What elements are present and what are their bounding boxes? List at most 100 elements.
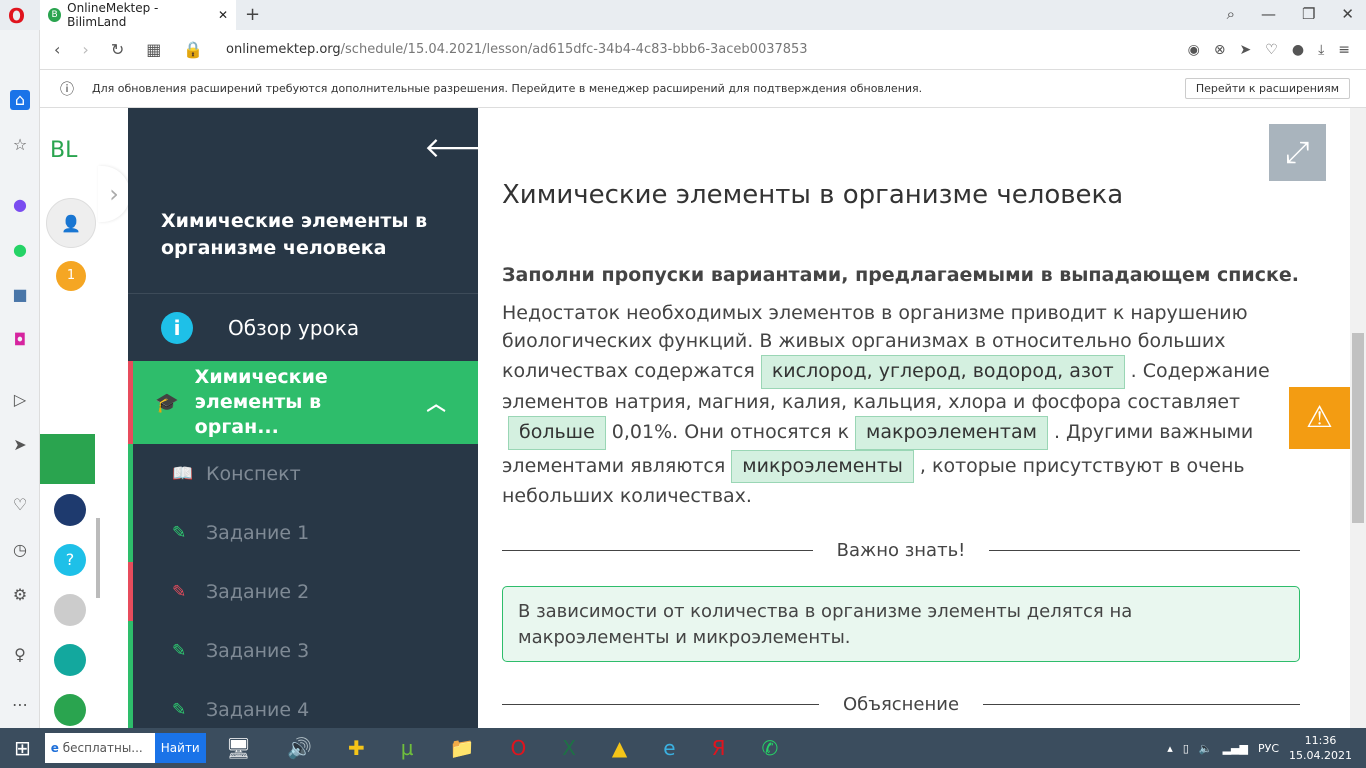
notification-badge[interactable]: 1: [56, 261, 86, 291]
go-to-extensions-button[interactable]: Перейти к расширениям: [1184, 78, 1350, 99]
extension-icon[interactable]: ●: [1292, 42, 1304, 58]
send-icon[interactable]: ➤: [10, 435, 30, 455]
history-icon[interactable]: ◷: [10, 540, 30, 560]
tips-icon[interactable]: ♀: [10, 645, 30, 665]
edit-icon: ✎: [172, 699, 187, 720]
battery-icon[interactable]: ▯: [1183, 742, 1189, 755]
search-input[interactable]: e бесплатны...: [44, 733, 155, 763]
tray-arrow-icon[interactable]: ▴: [1167, 742, 1173, 755]
aimp-icon[interactable]: ▲: [612, 736, 627, 760]
overview-item[interactable]: i Обзор урока: [128, 293, 478, 361]
online-mektep-app[interactable]: [40, 434, 95, 484]
adblock-icon[interactable]: ⊗: [1214, 42, 1226, 58]
edge-icon[interactable]: e: [663, 736, 675, 760]
vk-icon[interactable]: ■: [10, 285, 30, 305]
windows-taskbar: ⊞ e бесплатны... Найти 🖥 🔊 ✚ µ 📁 O X ▲ e Я ✆ ▴ ▯ 🔈 ▂▄…: [0, 728, 1366, 768]
book-icon: 📖: [172, 463, 194, 484]
speaker-icon[interactable]: 🔈: [1199, 742, 1213, 755]
search-icon[interactable]: ⌕: [1227, 5, 1235, 23]
download-icon[interactable]: ⤓: [1318, 42, 1324, 58]
more-icon[interactable]: ⋯: [10, 695, 30, 715]
graduation-cap-icon: 🎓: [155, 392, 179, 414]
maximize-icon[interactable]: ❐: [1302, 5, 1315, 23]
dropdown-3[interactable]: макроэлементам: [855, 416, 1048, 450]
content-title: Химические элементы в организме человека: [502, 180, 1124, 210]
camera-icon[interactable]: ◉: [1188, 42, 1200, 58]
bookmarks-icon[interactable]: ☆: [10, 135, 30, 155]
avatar[interactable]: 👤: [46, 198, 96, 248]
explanation-divider: Объяснение: [502, 694, 1300, 715]
whatsapp-taskbar-icon[interactable]: ✆: [762, 736, 779, 760]
edit-icon: ✎: [172, 522, 187, 543]
network-icon[interactable]: ▂▄▆: [1223, 742, 1248, 755]
opera-sidebar: ⌂ ☆ ● ● ■ ◘ ▷ ➤ ♡ ◷ ⚙ ♀ ⋯: [0, 30, 40, 728]
lesson-title: Химические элементы в организме человека: [161, 210, 428, 259]
minimize-icon[interactable]: —: [1261, 5, 1276, 23]
edit-icon: ✎: [172, 640, 187, 661]
close-tab-icon[interactable]: ✕: [218, 8, 228, 22]
whatsapp-icon[interactable]: ●: [10, 240, 30, 260]
bilim-center-app[interactable]: [54, 644, 86, 676]
fullscreen-icon[interactable]: ⤢: [1269, 124, 1326, 181]
important-divider: Важно знать!: [502, 540, 1300, 561]
info-icon: ⓘ: [60, 81, 74, 98]
plus-app-icon[interactable]: ✚: [348, 736, 365, 760]
tab-bar: O B OnlineMektep - BilimLand ✕ + ⌕ — ❐ ✕: [0, 0, 1366, 30]
opera-logo-icon[interactable]: O: [8, 4, 25, 28]
explorer-icon[interactable]: 📁: [450, 736, 475, 760]
new-tab-icon[interactable]: +: [245, 4, 260, 25]
dropdown-2[interactable]: больше: [508, 416, 606, 450]
instagram-icon[interactable]: ◘: [10, 330, 30, 350]
search-button[interactable]: Найти: [154, 733, 206, 763]
menu-item-konspekt[interactable]: 📖 Конспект: [128, 444, 478, 503]
volume-app-icon[interactable]: 🔊: [287, 736, 312, 760]
clock[interactable]: 11:36 15.04.2021: [1289, 733, 1352, 764]
address-bar: ‹ › ↻ ▦ 🔒 onlinemektep.org/schedule/15.04.20…: [40, 30, 1366, 70]
close-window-icon[interactable]: ✕: [1341, 5, 1354, 23]
player-icon[interactable]: ▷: [10, 390, 30, 410]
chevron-up-icon[interactable]: ︿: [427, 389, 446, 416]
speed-dial-icon[interactable]: ▦: [146, 40, 161, 59]
browser-tab[interactable]: B OnlineMektep - BilimLand ✕: [40, 0, 236, 30]
start-icon[interactable]: ⊞: [14, 736, 31, 760]
help-icon[interactable]: ?: [54, 544, 86, 576]
forward-icon[interactable]: ›: [82, 40, 88, 59]
smart-nation-app[interactable]: [54, 494, 86, 526]
section-label: Химические элементы в орган...: [194, 366, 328, 438]
library-icon[interactable]: [54, 594, 86, 626]
home-icon[interactable]: ⌂: [10, 90, 30, 110]
messenger-icon[interactable]: ●: [10, 195, 30, 215]
info-icon: i: [161, 311, 193, 344]
bl-logo[interactable]: BL: [50, 138, 77, 163]
url-field[interactable]: onlinemektep.org/schedule/15.04.2021/les…: [226, 42, 808, 57]
bilimland-app[interactable]: [54, 694, 86, 726]
dropdown-4[interactable]: микроэлементы: [731, 449, 914, 484]
important-box: В зависимости от количества в организме …: [502, 586, 1300, 662]
report-warning-icon[interactable]: ⚠: [1289, 387, 1350, 449]
utorrent-icon[interactable]: µ: [401, 736, 414, 760]
section-active[interactable]: 🎓 Химические элементы в орган... ︿: [128, 361, 478, 444]
favorites-icon[interactable]: ♡: [10, 495, 30, 515]
menu-item-task-2[interactable]: ✎ Задание 2: [128, 562, 478, 621]
exercise-text: Недостаток необходимых элементов в орган…: [502, 302, 1270, 508]
language-indicator[interactable]: РУС: [1258, 742, 1279, 755]
send-icon[interactable]: ➤: [1240, 42, 1252, 58]
back-icon[interactable]: ‹: [54, 40, 60, 59]
menu-icon[interactable]: ≡: [1338, 42, 1350, 58]
yandex-icon[interactable]: Я: [712, 736, 726, 760]
opera-taskbar-icon[interactable]: O: [510, 736, 526, 760]
settings-icon[interactable]: ⚙: [10, 585, 30, 605]
reload-icon[interactable]: ↻: [111, 40, 124, 59]
excel-icon[interactable]: X: [562, 736, 576, 760]
site-sidebar: BL 👤 1 ?: [40, 108, 100, 728]
sidebar-scrollbar[interactable]: [96, 518, 100, 598]
menu-item-task-3[interactable]: ✎ Задание 3: [128, 621, 478, 680]
page-scrollbar[interactable]: [1350, 108, 1366, 728]
menu-item-task-1[interactable]: ✎ Задание 1: [128, 503, 478, 562]
heart-icon[interactable]: ♡: [1265, 42, 1278, 58]
expand-sidebar-icon[interactable]: ›: [98, 166, 130, 222]
lesson-sidebar: 🡐 Химические элементы в организме челове…: [128, 108, 499, 728]
edit-icon: ✎: [172, 581, 187, 602]
dropdown-1[interactable]: кислород, углерод, водород, азот: [760, 355, 1125, 389]
monitor-app-icon[interactable]: 🖥: [226, 736, 251, 760]
